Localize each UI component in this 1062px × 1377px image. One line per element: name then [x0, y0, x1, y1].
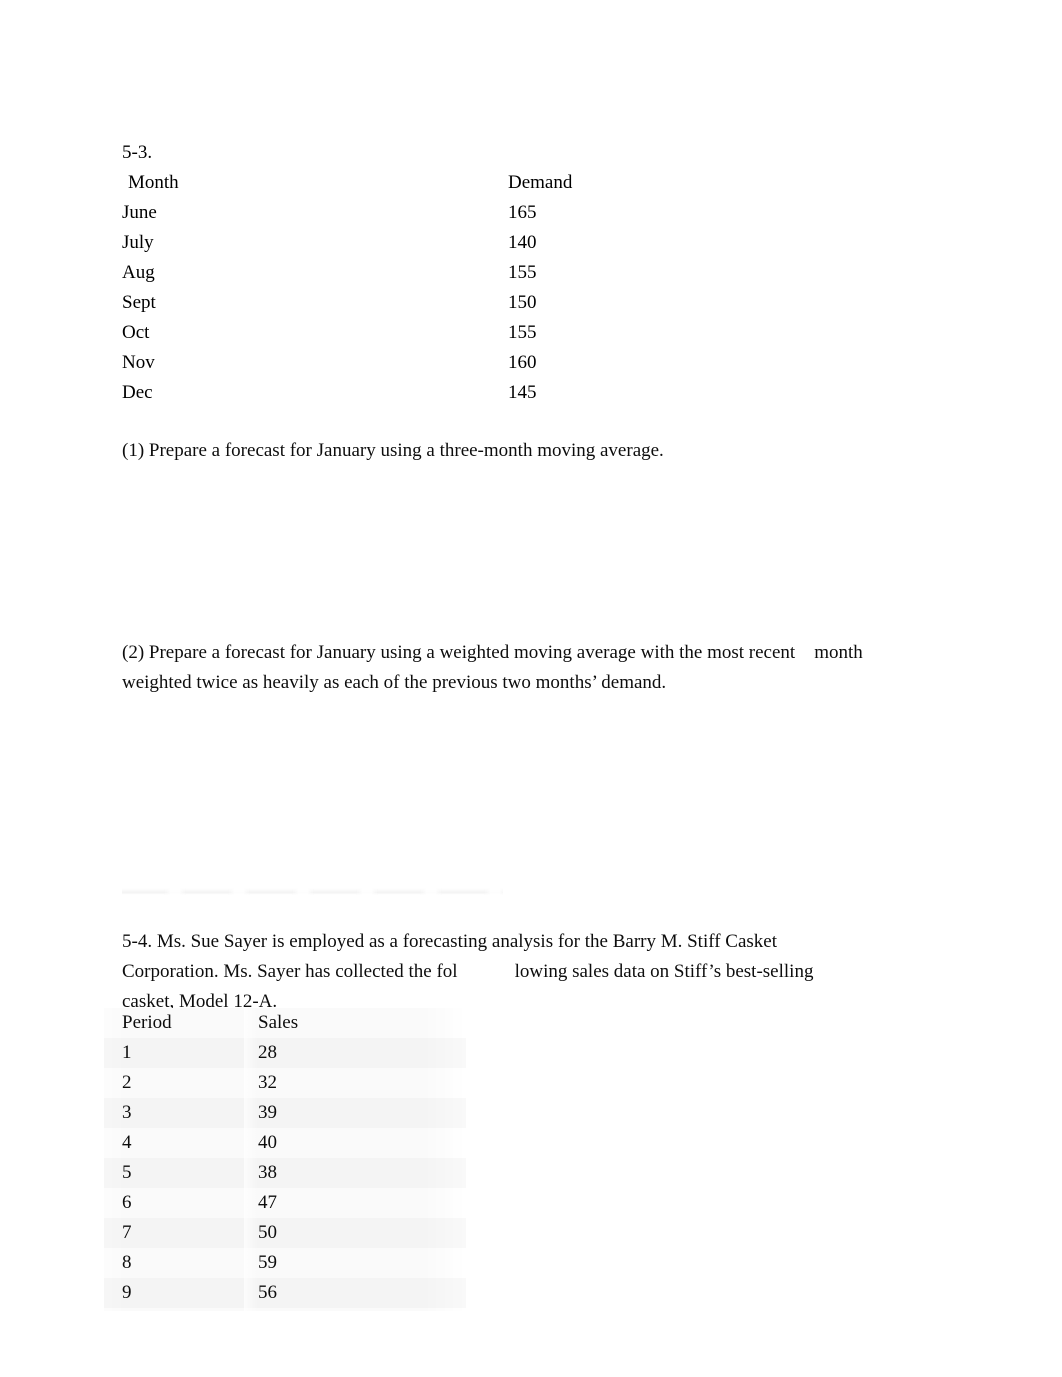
- month-cell: Nov: [122, 352, 155, 373]
- month-cell: Oct: [122, 322, 150, 343]
- month-cell: Sept: [122, 292, 156, 313]
- section-divider: [122, 888, 503, 895]
- table-row: 5 38: [104, 1158, 466, 1188]
- question-2-text: (2) Prepare a forecast for January using…: [122, 642, 868, 693]
- demand-cell: 160: [508, 352, 537, 373]
- question-1-text: (1) Prepare a forecast for January using…: [122, 440, 664, 461]
- month-cell: July: [122, 232, 154, 253]
- month-cell: June: [122, 202, 157, 223]
- table-row: Dec 145: [122, 378, 882, 408]
- period-cell: 1: [122, 1042, 132, 1063]
- table-row: July 140: [122, 228, 882, 258]
- table-row: Oct 155: [122, 318, 882, 348]
- document-page: 5-3. Month Demand June 165 July 140 Aug …: [0, 0, 1062, 1377]
- table-row: Sept 150: [122, 288, 882, 318]
- sales-cell: 59: [258, 1252, 277, 1273]
- demand-table-header-row: Month Demand: [122, 168, 882, 198]
- table-row: Nov 160: [122, 348, 882, 378]
- demand-table-header-month: Month: [128, 172, 179, 193]
- demand-table-header-demand: Demand: [508, 172, 573, 193]
- sales-table-header-period: Period: [122, 1012, 172, 1033]
- problem-5-3-block: 5-3. Month Demand June 165 July 140 Aug …: [122, 138, 882, 408]
- demand-cell: 165: [508, 202, 537, 223]
- sales-cell: 40: [258, 1132, 277, 1153]
- period-cell: 5: [122, 1162, 132, 1183]
- problem-5-4-intro-text: 5-4. Ms. Sue Sayer is employed as a fore…: [122, 931, 819, 1012]
- period-cell: 3: [122, 1102, 132, 1123]
- sales-table-header-row: Period Sales: [104, 1008, 466, 1038]
- sales-table-header-sales: Sales: [258, 1012, 299, 1033]
- table-row: 8 59: [104, 1248, 466, 1278]
- period-cell: 7: [122, 1222, 132, 1243]
- sales-cell: 28: [258, 1042, 277, 1063]
- demand-cell: 145: [508, 382, 537, 403]
- problem-5-3-number: 5-3.: [122, 142, 153, 163]
- sales-cell: 56: [258, 1282, 277, 1303]
- table-row: 2 32: [104, 1068, 466, 1098]
- demand-cell: 140: [508, 232, 537, 253]
- table-row: 4 40: [104, 1128, 466, 1158]
- table-row: Aug 155: [122, 258, 882, 288]
- month-cell: Dec: [122, 382, 153, 403]
- sales-table: Period Sales 1 28 2 32 3 39 4 40 5 38 6 …: [104, 1008, 466, 1311]
- table-row: 9 56: [104, 1278, 466, 1308]
- table-row: June 165: [122, 198, 882, 228]
- demand-cell: 155: [508, 262, 537, 283]
- month-cell: Aug: [122, 262, 155, 283]
- sales-cell: 47: [258, 1192, 277, 1213]
- period-cell: 2: [122, 1072, 132, 1093]
- period-cell: 4: [122, 1132, 132, 1153]
- sales-cell: 39: [258, 1102, 277, 1123]
- sales-cell: 50: [258, 1222, 277, 1243]
- period-cell: 8: [122, 1252, 132, 1273]
- table-row: 7 50: [104, 1218, 466, 1248]
- table-row: 1 28: [104, 1038, 466, 1068]
- sales-cell: 38: [258, 1162, 277, 1183]
- table-row: 6 47: [104, 1188, 466, 1218]
- demand-cell: 150: [508, 292, 537, 313]
- period-cell: 6: [122, 1192, 132, 1213]
- period-cell: 9: [122, 1282, 132, 1303]
- demand-cell: 155: [508, 322, 537, 343]
- table-row: 3 39: [104, 1098, 466, 1128]
- problem-5-3-number-row: 5-3.: [122, 138, 882, 168]
- sales-cell: 32: [258, 1072, 277, 1093]
